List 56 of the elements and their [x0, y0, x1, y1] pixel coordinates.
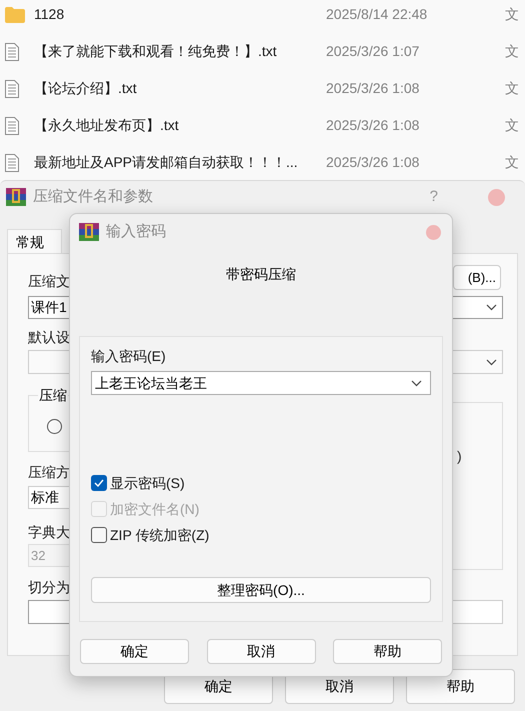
- combo-end[interactable]: [453, 296, 503, 319]
- check-icon: [94, 479, 104, 487]
- stacked-books-icon: [6, 188, 26, 206]
- file-name[interactable]: 【论坛介绍】.txt: [34, 78, 326, 99]
- checkbox[interactable]: [91, 475, 107, 491]
- modified-date: 2025/3/26 1:08: [326, 153, 420, 172]
- file-name[interactable]: 1128: [34, 4, 326, 25]
- field-label: 默认设: [28, 328, 71, 347]
- dialog-button[interactable]: 帮助: [406, 669, 515, 704]
- folder-icon: [5, 6, 25, 22]
- checkbox-label: 加密文件名(N): [110, 500, 200, 519]
- chevron-down-icon: [411, 380, 422, 386]
- window-title: 压缩文件名和参数: [33, 186, 153, 207]
- checkbox[interactable]: [91, 527, 107, 543]
- close-button[interactable]: [488, 188, 505, 206]
- field-label: 切分为: [28, 578, 71, 597]
- dialog-button[interactable]: 帮助: [333, 639, 442, 664]
- group-label: 压缩: [38, 386, 68, 404]
- file-type: 文: [505, 153, 519, 172]
- browse-button[interactable]: (B)...: [453, 265, 501, 290]
- file-type: 文: [505, 42, 519, 61]
- tab[interactable]: 常规: [7, 229, 62, 254]
- file-name[interactable]: 最新地址及APP请发邮箱自动获取！！！...: [34, 152, 326, 173]
- dialog-heading: 带密码压缩: [226, 265, 296, 284]
- dialog-button[interactable]: 取消: [206, 639, 316, 664]
- window-title: 输入密码: [106, 222, 166, 242]
- close-button[interactable]: [426, 224, 441, 240]
- modified-date: 2025/8/14 22:48: [326, 5, 428, 24]
- split-field-end[interactable]: [453, 600, 503, 624]
- file-type: 文: [505, 79, 519, 98]
- stacked-books-icon: [79, 223, 99, 241]
- password-combo[interactable]: 上老王论坛当老王: [91, 371, 431, 395]
- chevron-down-icon: [486, 304, 497, 311]
- field-label: 压缩方: [28, 463, 71, 482]
- combo-end[interactable]: [453, 350, 503, 374]
- field-label: 字典大: [28, 523, 71, 542]
- file-type: 文: [505, 116, 519, 135]
- chevron-down-icon: [486, 358, 497, 366]
- modified-date: 2025/3/26 1:07: [326, 42, 420, 61]
- manage-passwords-button[interactable]: 整理密码(O)...: [91, 577, 431, 603]
- radio-button[interactable]: [47, 419, 62, 434]
- file-type: 文: [505, 5, 519, 24]
- modified-date: 2025/3/26 1:08: [326, 116, 420, 135]
- option-label: ): [457, 448, 462, 464]
- text-file-icon: [5, 80, 19, 98]
- dialog-button[interactable]: 确定: [80, 639, 189, 664]
- text-file-icon: [5, 116, 19, 134]
- field-label: 输入密码(E): [91, 347, 166, 366]
- text-file-icon: [5, 154, 19, 172]
- modified-date: 2025/3/26 1:08: [326, 79, 420, 98]
- checkbox-label: 显示密码(S): [110, 474, 185, 493]
- text-file-icon: [5, 42, 19, 60]
- checkbox-label: ZIP 传统加密(Z): [110, 526, 210, 545]
- file-name[interactable]: 【来了就能下载和观看！纯免费！】.txt: [34, 41, 326, 62]
- field-label: 压缩文: [28, 272, 71, 291]
- file-name[interactable]: 【永久地址发布页】.txt: [34, 115, 326, 136]
